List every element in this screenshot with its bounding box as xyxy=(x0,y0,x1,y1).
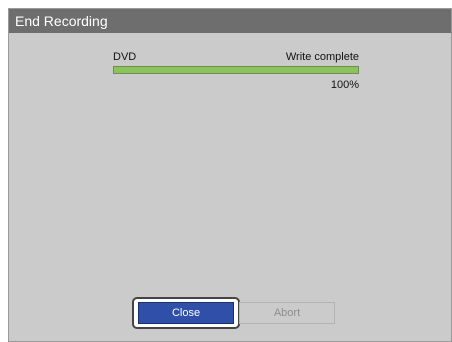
progress-bar-fill xyxy=(114,67,358,73)
progress-percent: 100% xyxy=(330,79,359,91)
dialog-title: End Recording xyxy=(9,9,451,33)
status-label: Write complete xyxy=(285,51,359,63)
device-label: DVD xyxy=(113,51,137,63)
close-button[interactable]: Close xyxy=(138,302,234,324)
progress-bar xyxy=(113,66,359,74)
progress-header: DVD Write complete xyxy=(113,50,359,65)
abort-button: Abort xyxy=(239,302,335,324)
end-recording-dialog: End Recording DVD Write complete 100% Cl… xyxy=(8,8,452,342)
write-progress: DVD Write complete 100% xyxy=(113,50,359,91)
